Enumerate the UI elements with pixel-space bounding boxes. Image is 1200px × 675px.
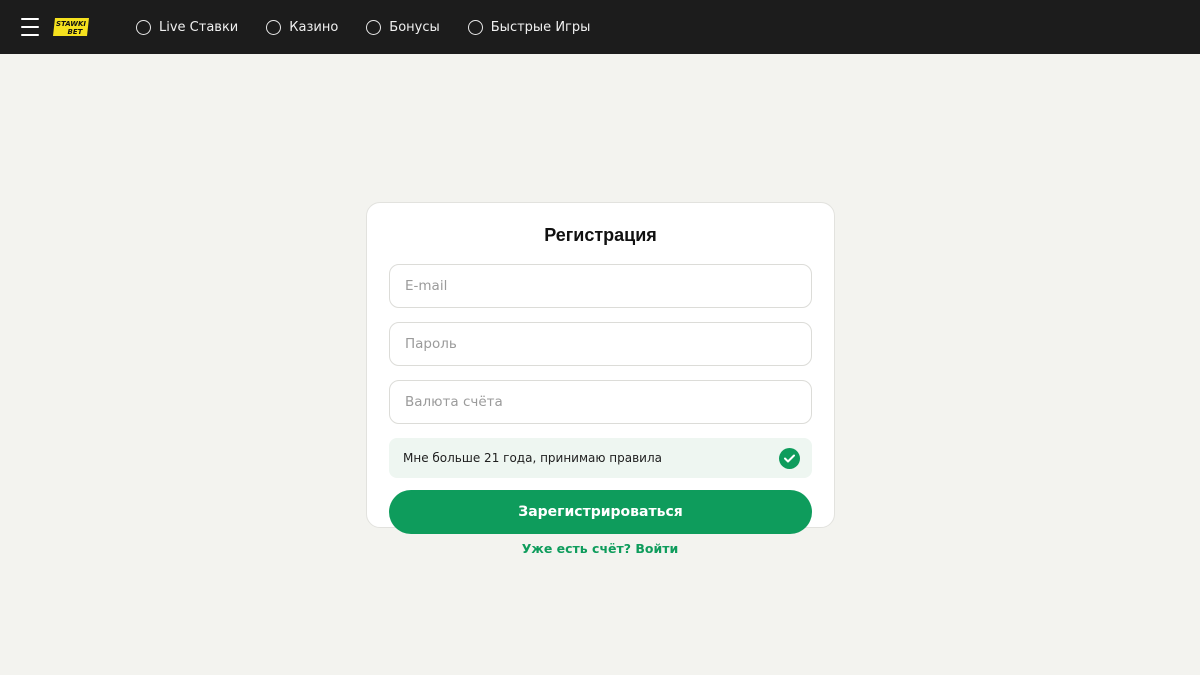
- currency-field[interactable]: [389, 380, 812, 424]
- nav-item-bonuses[interactable]: Бонусы: [366, 19, 440, 35]
- hamburger-menu-icon[interactable]: [21, 17, 39, 37]
- main-nav: Live Ставки Казино Бонусы Быстрые Игры: [136, 0, 618, 54]
- nav-item-label: Live Ставки: [159, 19, 239, 35]
- login-link[interactable]: Уже есть счёт? Войти: [0, 541, 1200, 556]
- circle-icon: [366, 19, 382, 35]
- password-field[interactable]: [389, 322, 812, 366]
- circle-icon: [467, 19, 483, 35]
- page-title: Регистрация: [544, 225, 657, 245]
- circle-icon: [266, 19, 282, 35]
- nav-item-label: Быстрые Игры: [490, 19, 591, 35]
- age-consent-checkbox[interactable]: Мне больше 21 года, принимаю правила: [389, 438, 812, 478]
- nav-item-label: Бонусы: [389, 19, 440, 35]
- checkmark-icon[interactable]: [779, 447, 800, 469]
- circle-icon: [136, 19, 151, 35]
- nav-item-fast-games[interactable]: Быстрые Игры: [467, 19, 591, 35]
- stawkibet-logo[interactable]: STAWKI BET: [53, 16, 91, 38]
- svg-text:BET: BET: [68, 28, 84, 36]
- nav-item-casino[interactable]: Казино: [266, 19, 339, 35]
- email-field[interactable]: [389, 264, 812, 308]
- consent-label: Мне больше 21 года, принимаю правила: [403, 451, 663, 465]
- top-navigation-bar: STAWKI BET Live Ставки Казино Бонусы Быс…: [0, 0, 1200, 54]
- svg-text:STAWKI: STAWKI: [56, 20, 86, 28]
- nav-item-live-bets[interactable]: Live Ставки: [136, 19, 239, 35]
- register-button[interactable]: Зарегистрироваться: [389, 490, 812, 534]
- nav-item-label: Казино: [289, 19, 339, 35]
